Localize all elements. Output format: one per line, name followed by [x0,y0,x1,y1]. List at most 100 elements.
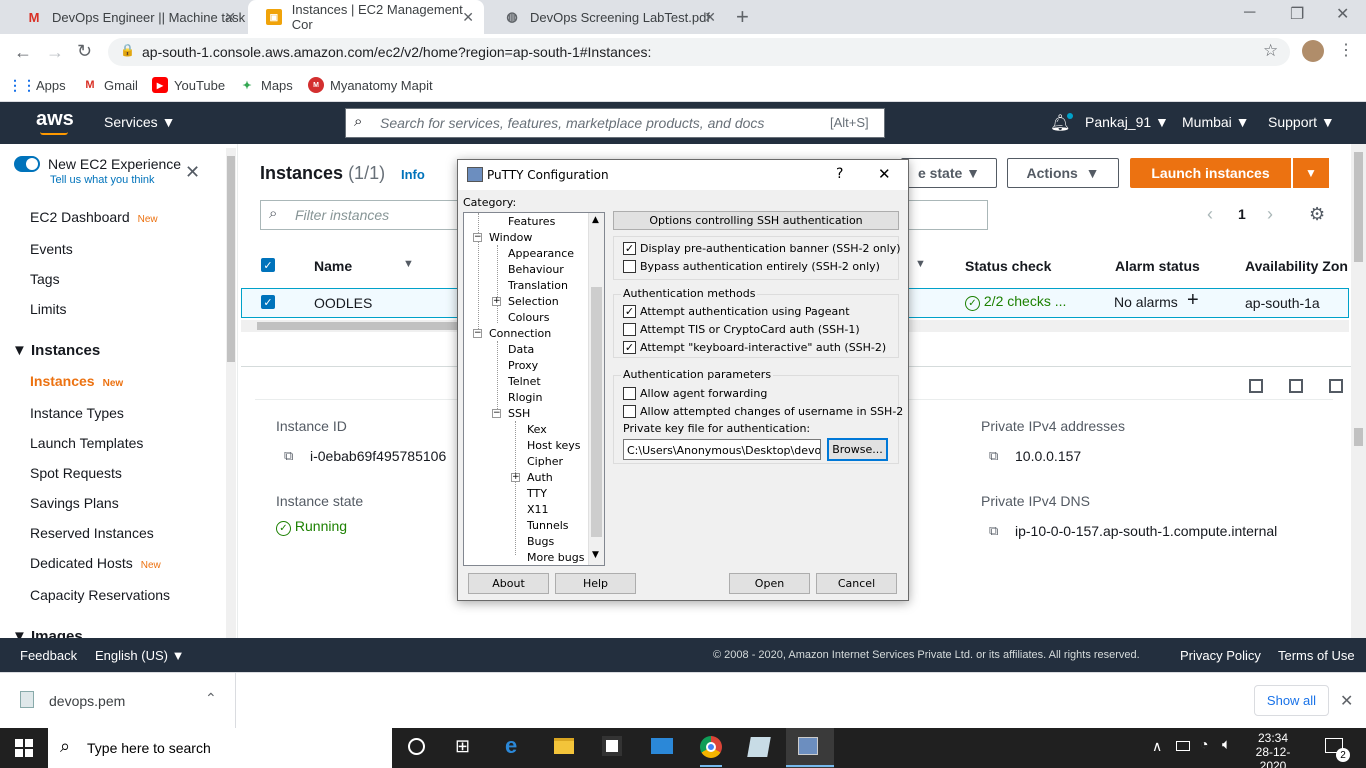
collapse-icon[interactable]: − [492,409,501,418]
chevron-up-icon[interactable]: ⌃ [205,690,217,707]
page-number[interactable]: 1 [1238,206,1246,222]
putty-taskbar-button[interactable] [786,728,834,768]
sidebar-item-limits[interactable]: Limits [30,301,67,317]
tree-item-bugs[interactable]: Bugs [527,535,554,548]
checkbox-pageant[interactable]: ✓ [623,305,636,318]
add-alarm-icon[interactable]: + [1187,289,1199,312]
privacy-link[interactable]: Privacy Policy [1180,648,1261,663]
show-all-button[interactable]: Show all [1254,685,1329,716]
sidebar-item-savings-plans[interactable]: Savings Plans [30,495,119,511]
chrome-icon[interactable] [700,736,722,758]
new-experience-toggle[interactable] [14,156,40,172]
bookmark-apps[interactable]: ⋮⋮ Apps [8,77,66,93]
expand-icon[interactable]: + [492,297,501,306]
column-header-status-check[interactable]: Status check [965,258,1051,274]
tree-item-more-bugs[interactable]: More bugs [527,551,584,564]
pageant-option[interactable]: ✓ Attempt authentication using Pageant [623,305,850,318]
launch-instances-button[interactable]: Launch instances [1130,158,1291,188]
username-change-option[interactable]: Allow attempted changes of username in S… [623,405,903,418]
tree-item-kex[interactable]: Kex [527,423,547,436]
window-close-icon[interactable]: ✕ [1336,4,1349,24]
tree-item-tty[interactable]: TTY [527,487,547,500]
close-icon[interactable]: ✕ [462,9,474,26]
launch-dropdown-icon[interactable]: ▼ [1292,158,1329,188]
column-header-az[interactable]: Availability Zon [1245,258,1348,274]
back-icon[interactable]: ← [14,42,32,63]
scroll-down-icon[interactable]: ▼ [592,550,599,560]
collapse-icon[interactable]: − [473,329,482,338]
file-explorer-icon[interactable] [554,738,574,754]
sidebar-item-events[interactable]: Events [30,241,73,257]
scroll-up-icon[interactable]: ▲ [592,215,599,225]
browser-tab-pdf[interactable]: ◍ DevOps Screening LabTest.pdf ✕ [486,0,726,34]
checkbox-agent-forwarding[interactable] [623,387,636,400]
copy-icon[interactable]: ⧉ [989,523,998,539]
category-tree[interactable]: Features − Window Appearance Behaviour T… [463,212,605,566]
bookmark-gmail[interactable]: M Gmail [82,77,138,93]
tree-item-features[interactable]: Features [508,215,555,228]
row-checkbox[interactable]: ✓ [261,295,275,309]
prev-page-icon[interactable]: ‹ [1207,204,1213,225]
checkbox-banner[interactable]: ✓ [623,242,636,255]
region-menu[interactable]: Mumbai ▼ [1182,114,1250,130]
tree-item-auth[interactable]: Auth [527,471,553,484]
open-button[interactable]: Open [729,573,810,594]
copy-icon[interactable]: ⧉ [284,448,293,464]
windows-start-icon[interactable] [15,739,33,757]
tis-option[interactable]: Attempt TIS or CryptoCard auth (SSH-1) [623,323,860,336]
info-link[interactable]: Info [401,167,425,182]
edge-icon[interactable]: e [505,733,517,759]
instance-state-button[interactable]: e state ▼ [901,158,997,188]
terms-link[interactable]: Terms of Use [1278,648,1355,663]
about-button[interactable]: About [468,573,549,594]
checkbox-tis[interactable] [623,323,636,336]
tree-item-x11[interactable]: X11 [527,503,549,516]
copy-icon[interactable]: ⧉ [989,448,998,464]
checkbox-username-change[interactable] [623,405,636,418]
tree-item-data[interactable]: Data [508,343,534,356]
checkbox-kbd[interactable]: ✓ [623,341,636,354]
close-icon[interactable]: ✕ [185,162,200,183]
tree-item-tunnels[interactable]: Tunnels [527,519,569,532]
aws-logo[interactable]: aws [36,108,74,131]
browser-tab-gmail[interactable]: M DevOps Engineer || Machine task ✕ [8,0,246,34]
notepad-icon[interactable] [747,737,771,757]
tree-item-cipher[interactable]: Cipher [527,455,563,468]
column-header-name[interactable]: Name [314,258,352,274]
sidebar-item-tags[interactable]: Tags [30,271,60,287]
browser-tab-ec2[interactable]: ▣ Instances | EC2 Management Cor ✕ [248,0,484,34]
star-icon[interactable]: ☆ [1263,41,1278,61]
actions-button[interactable]: Actions ▼ [1007,158,1119,188]
putty-titlebar[interactable]: PuTTY Configuration ? ✕ [458,160,908,190]
tree-item-selection[interactable]: Selection [508,295,559,308]
restore-icon[interactable]: ❐ [1290,4,1304,24]
chrome-menu-icon[interactable]: ⋮ [1338,40,1354,60]
select-all-checkbox[interactable]: ✓ [261,258,275,272]
keyfile-input[interactable]: C:\Users\Anonymous\Desktop\devops.p [623,439,821,460]
sidebar-section-images[interactable]: ▼ Images [12,628,83,638]
aws-search-input[interactable]: ⌕ Search for services, features, marketp… [345,108,885,138]
chevron-up-icon[interactable]: ∧ [1152,738,1162,755]
close-icon[interactable]: ✕ [1340,691,1353,711]
sidebar-section-instances[interactable]: ▼ Instances [12,342,100,359]
tree-item-proxy[interactable]: Proxy [508,359,538,372]
main-scrollbar[interactable] [1351,144,1366,638]
cortana-icon[interactable] [408,738,425,755]
agent-forwarding-option[interactable]: Allow agent forwarding [623,387,767,400]
tree-scrollbar[interactable]: ▲ ▼ [588,213,604,565]
panel-bottom-icon[interactable] [1249,379,1263,393]
mail-icon[interactable] [651,738,673,754]
settings-gear-icon[interactable]: ⚙ [1309,204,1325,225]
new-tab-icon[interactable]: + [736,4,749,30]
wifi-icon[interactable]: ◔ [1200,736,1208,752]
sidebar-item-dedicated-hosts[interactable]: Dedicated Hosts New [30,555,161,571]
sidebar-item-reserved-instances[interactable]: Reserved Instances [30,525,154,541]
feedback-link[interactable]: Tell us what you think [50,174,155,186]
sidebar-item-capacity-reservations[interactable]: Capacity Reservations [30,587,170,603]
bypass-option[interactable]: Bypass authentication entirely (SSH-2 on… [623,260,880,273]
sidebar-item-instances[interactable]: Instances New [30,373,123,389]
taskbar-search-input[interactable]: ⌕ Type here to search [48,728,392,768]
tree-item-colours[interactable]: Colours [508,311,549,324]
sidebar-item-instance-types[interactable]: Instance Types [30,405,124,421]
support-menu[interactable]: Support ▼ [1268,114,1335,130]
